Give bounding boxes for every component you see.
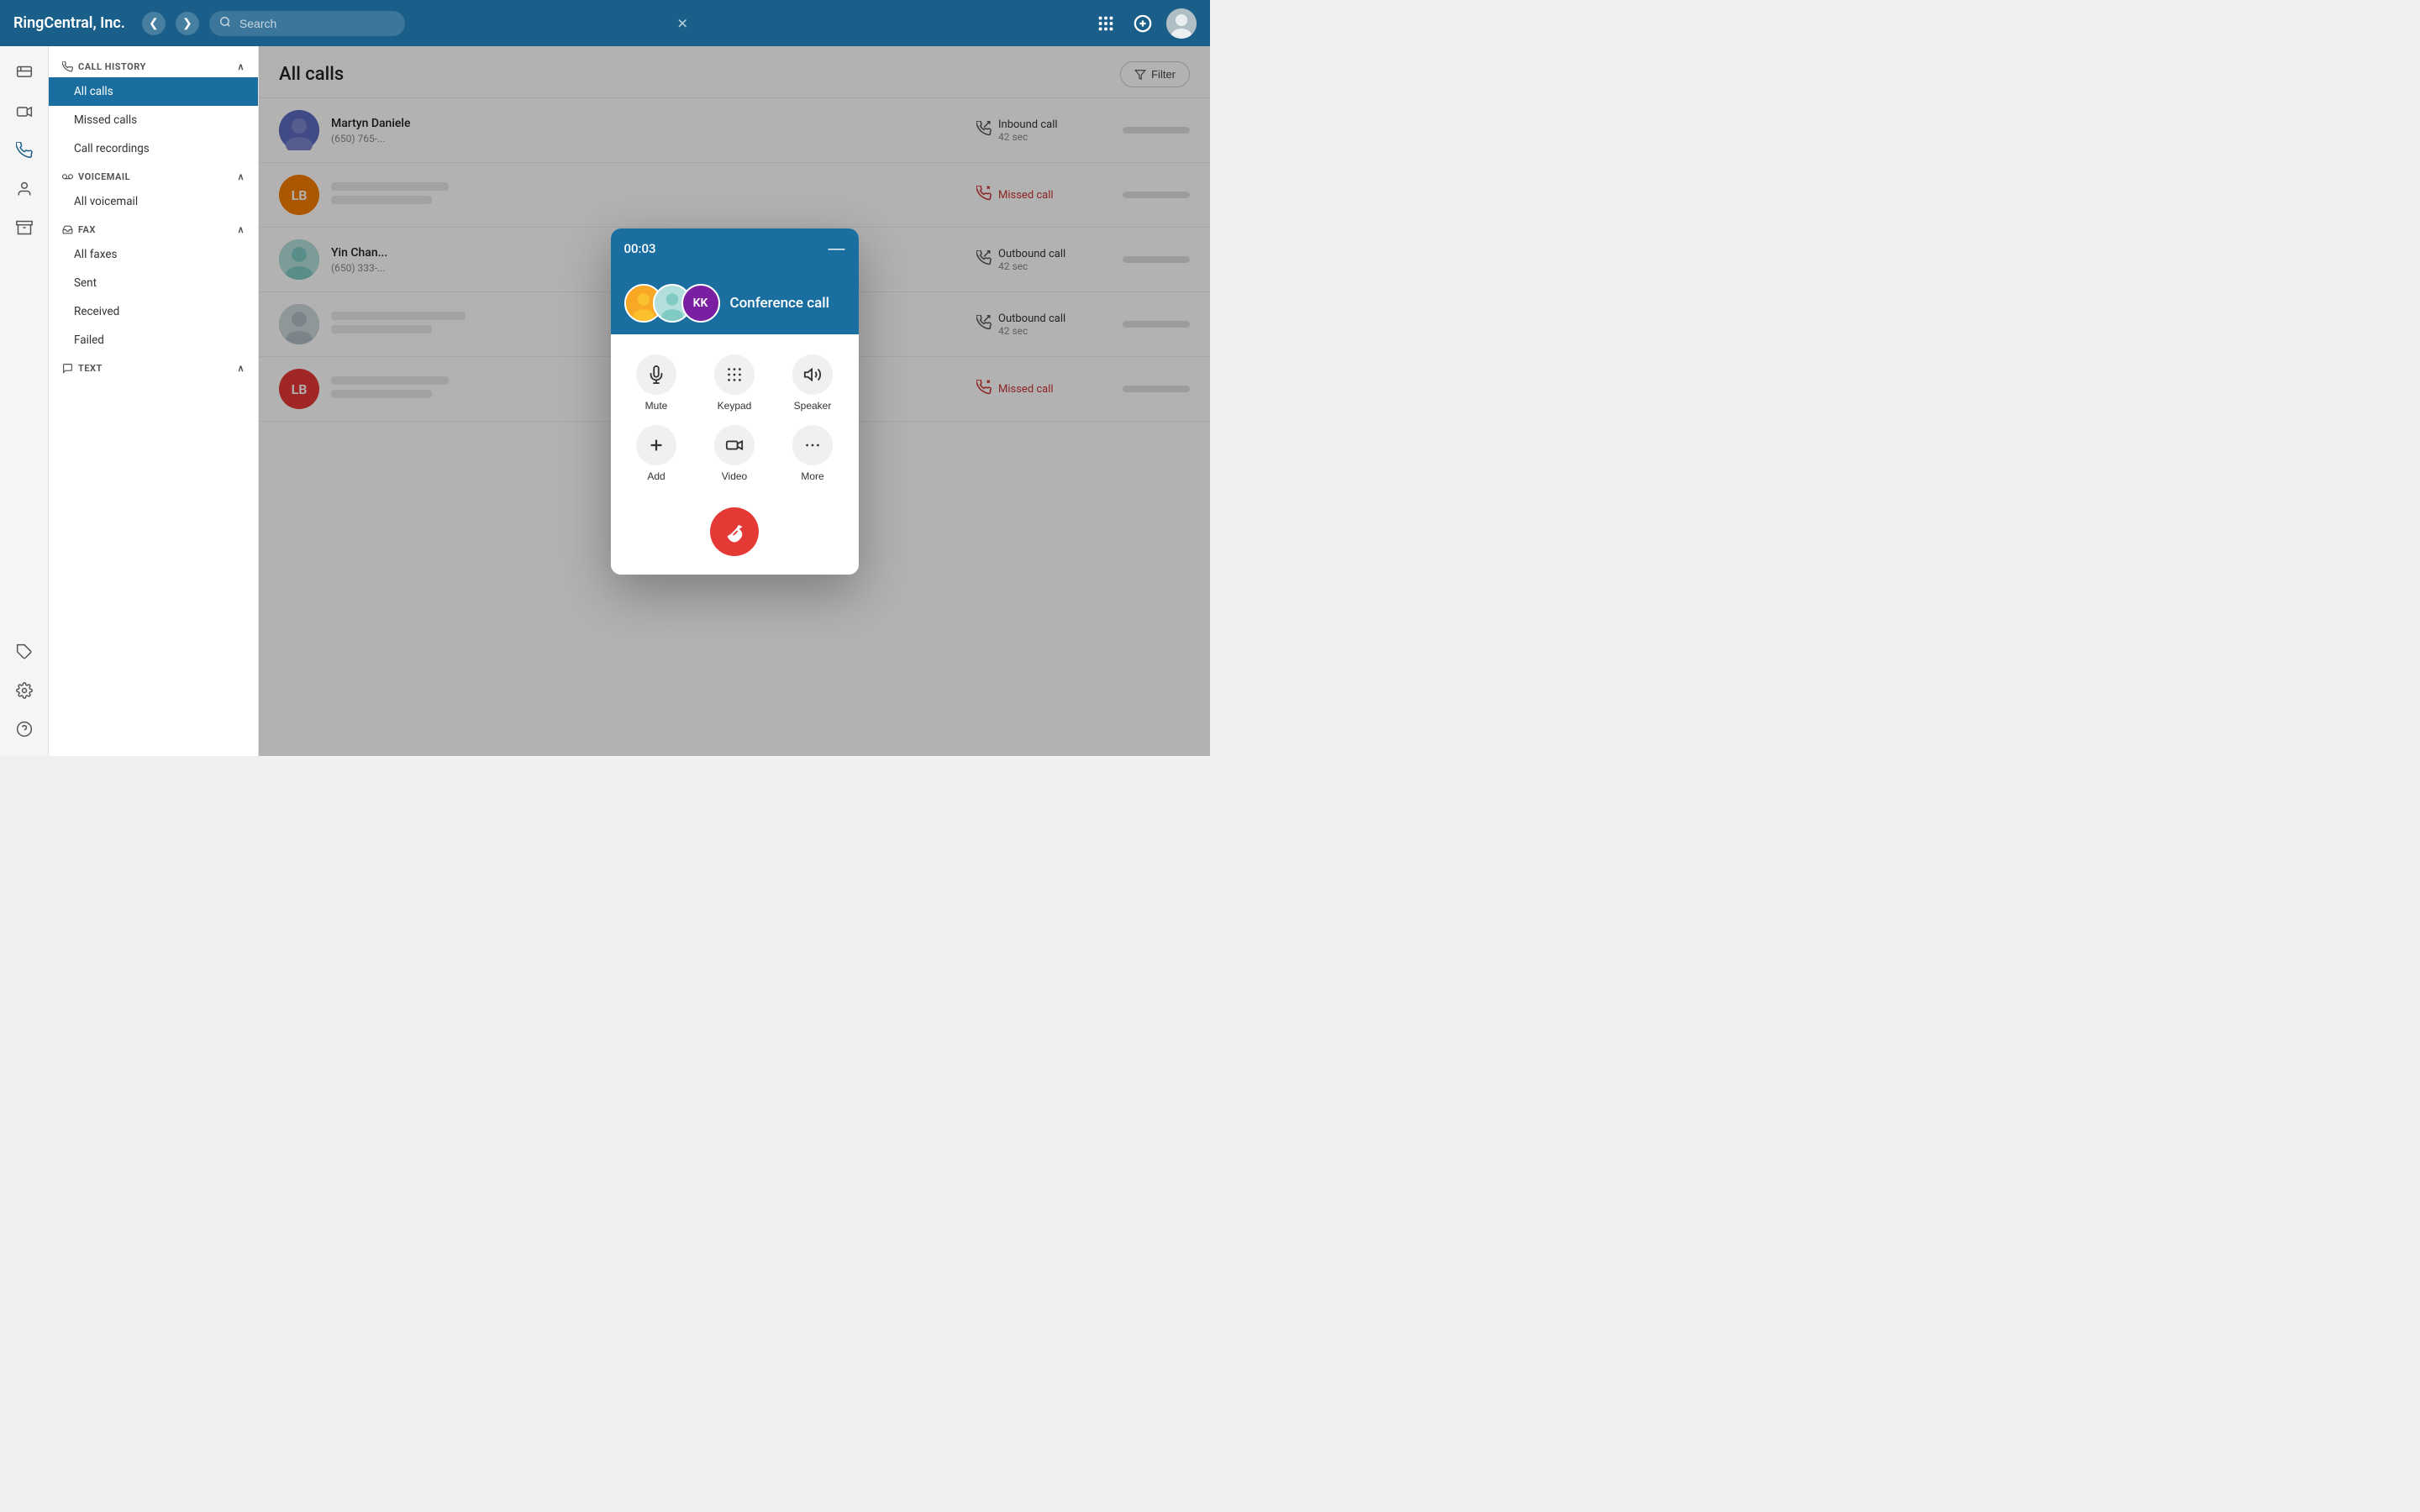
icon-bar-video[interactable] (8, 95, 41, 129)
more-button[interactable]: More (781, 425, 845, 482)
search-wrapper: ✕ (209, 11, 697, 36)
search-clear-icon[interactable]: ✕ (677, 15, 688, 31)
more-label: More (801, 470, 823, 482)
icon-bar-bottom (8, 635, 41, 756)
search-input[interactable] (209, 11, 405, 36)
avatar-stack: KK (624, 284, 720, 323)
icon-bar (0, 46, 49, 756)
video-label: Video (722, 470, 747, 482)
mute-label: Mute (645, 400, 668, 412)
main-layout: CALL HISTORY ∧ All calls Missed calls Ca… (0, 46, 1210, 756)
main-content: All calls Filter Mar (259, 46, 1210, 756)
sidebar-item-sent[interactable]: Sent (49, 269, 258, 297)
video-button[interactable]: Video (702, 425, 767, 482)
icon-bar-puzzle[interactable] (8, 635, 41, 669)
text-section-header[interactable]: TEXT ∧ (49, 354, 258, 379)
fax-section-header[interactable]: FAX ∧ (49, 216, 258, 240)
call-history-chevron: ∧ (237, 61, 245, 72)
back-button[interactable]: ❮ (142, 12, 166, 35)
voicemail-icon: VOICEMAIL (62, 171, 130, 182)
sidebar-item-received[interactable]: Received (49, 297, 258, 326)
sidebar-item-failed[interactable]: Failed (49, 326, 258, 354)
keypad-button[interactable]: Keypad (702, 354, 767, 412)
call-history-section-header[interactable]: CALL HISTORY ∧ (49, 53, 258, 77)
conference-avatar-3: KK (681, 284, 720, 323)
sidebar: CALL HISTORY ∧ All calls Missed calls Ca… (49, 46, 259, 756)
topbar: RingCentral, Inc. ❮ ❯ ✕ (0, 0, 1210, 46)
speaker-label: Speaker (794, 400, 832, 412)
sidebar-item-all-calls[interactable]: All calls (49, 77, 258, 106)
conference-call-modal: 00:03 — (611, 228, 859, 575)
add-call-button[interactable]: Add (624, 425, 689, 482)
modal-header: 00:03 — (611, 228, 859, 269)
app-logo: RingCentral, Inc. (13, 14, 125, 32)
keypad-label: Keypad (718, 400, 752, 412)
icon-bar-phone[interactable] (8, 134, 41, 167)
hangup-area (624, 499, 845, 561)
sidebar-item-all-voicemail[interactable]: All voicemail (49, 187, 258, 216)
video-icon (714, 425, 755, 465)
forward-button[interactable]: ❯ (176, 12, 199, 35)
conference-call-title: Conference call (730, 295, 829, 312)
sidebar-item-call-recordings[interactable]: Call recordings (49, 134, 258, 163)
hangup-button[interactable] (710, 507, 759, 556)
voicemail-section-header[interactable]: VOICEMAIL ∧ (49, 163, 258, 187)
mute-button[interactable]: Mute (624, 354, 689, 412)
speaker-button[interactable]: Speaker (781, 354, 845, 412)
modal-avatars-row: KK Conference call (611, 269, 859, 334)
fax-chevron: ∧ (237, 224, 245, 235)
icon-bar-help[interactable] (8, 712, 41, 746)
topbar-actions (1092, 8, 1197, 39)
icon-bar-messages[interactable] (8, 56, 41, 90)
modal-overlay: 00:03 — (259, 46, 1210, 756)
add-button[interactable] (1129, 10, 1156, 37)
modal-body: Mute Keypad (611, 334, 859, 575)
mute-icon (636, 354, 676, 395)
keypad-icon (714, 354, 755, 395)
speaker-icon (792, 354, 833, 395)
user-avatar[interactable] (1166, 8, 1197, 39)
icon-bar-settings[interactable] (8, 674, 41, 707)
fax-icon: FAX (62, 224, 96, 235)
add-icon (636, 425, 676, 465)
sidebar-item-missed-calls[interactable]: Missed calls (49, 106, 258, 134)
icon-bar-contacts[interactable] (8, 172, 41, 206)
grid-icon-button[interactable] (1092, 10, 1119, 37)
call-history-icon: CALL HISTORY (62, 61, 146, 72)
call-controls-grid: Mute Keypad (624, 354, 845, 482)
minimize-button[interactable]: — (829, 240, 845, 257)
call-timer: 00:03 (624, 241, 656, 256)
more-icon (792, 425, 833, 465)
icon-bar-tray[interactable] (8, 211, 41, 244)
add-label: Add (647, 470, 665, 482)
voicemail-chevron: ∧ (237, 171, 245, 182)
sidebar-item-all-faxes[interactable]: All faxes (49, 240, 258, 269)
text-chevron: ∧ (237, 363, 245, 374)
text-icon: TEXT (62, 363, 103, 374)
